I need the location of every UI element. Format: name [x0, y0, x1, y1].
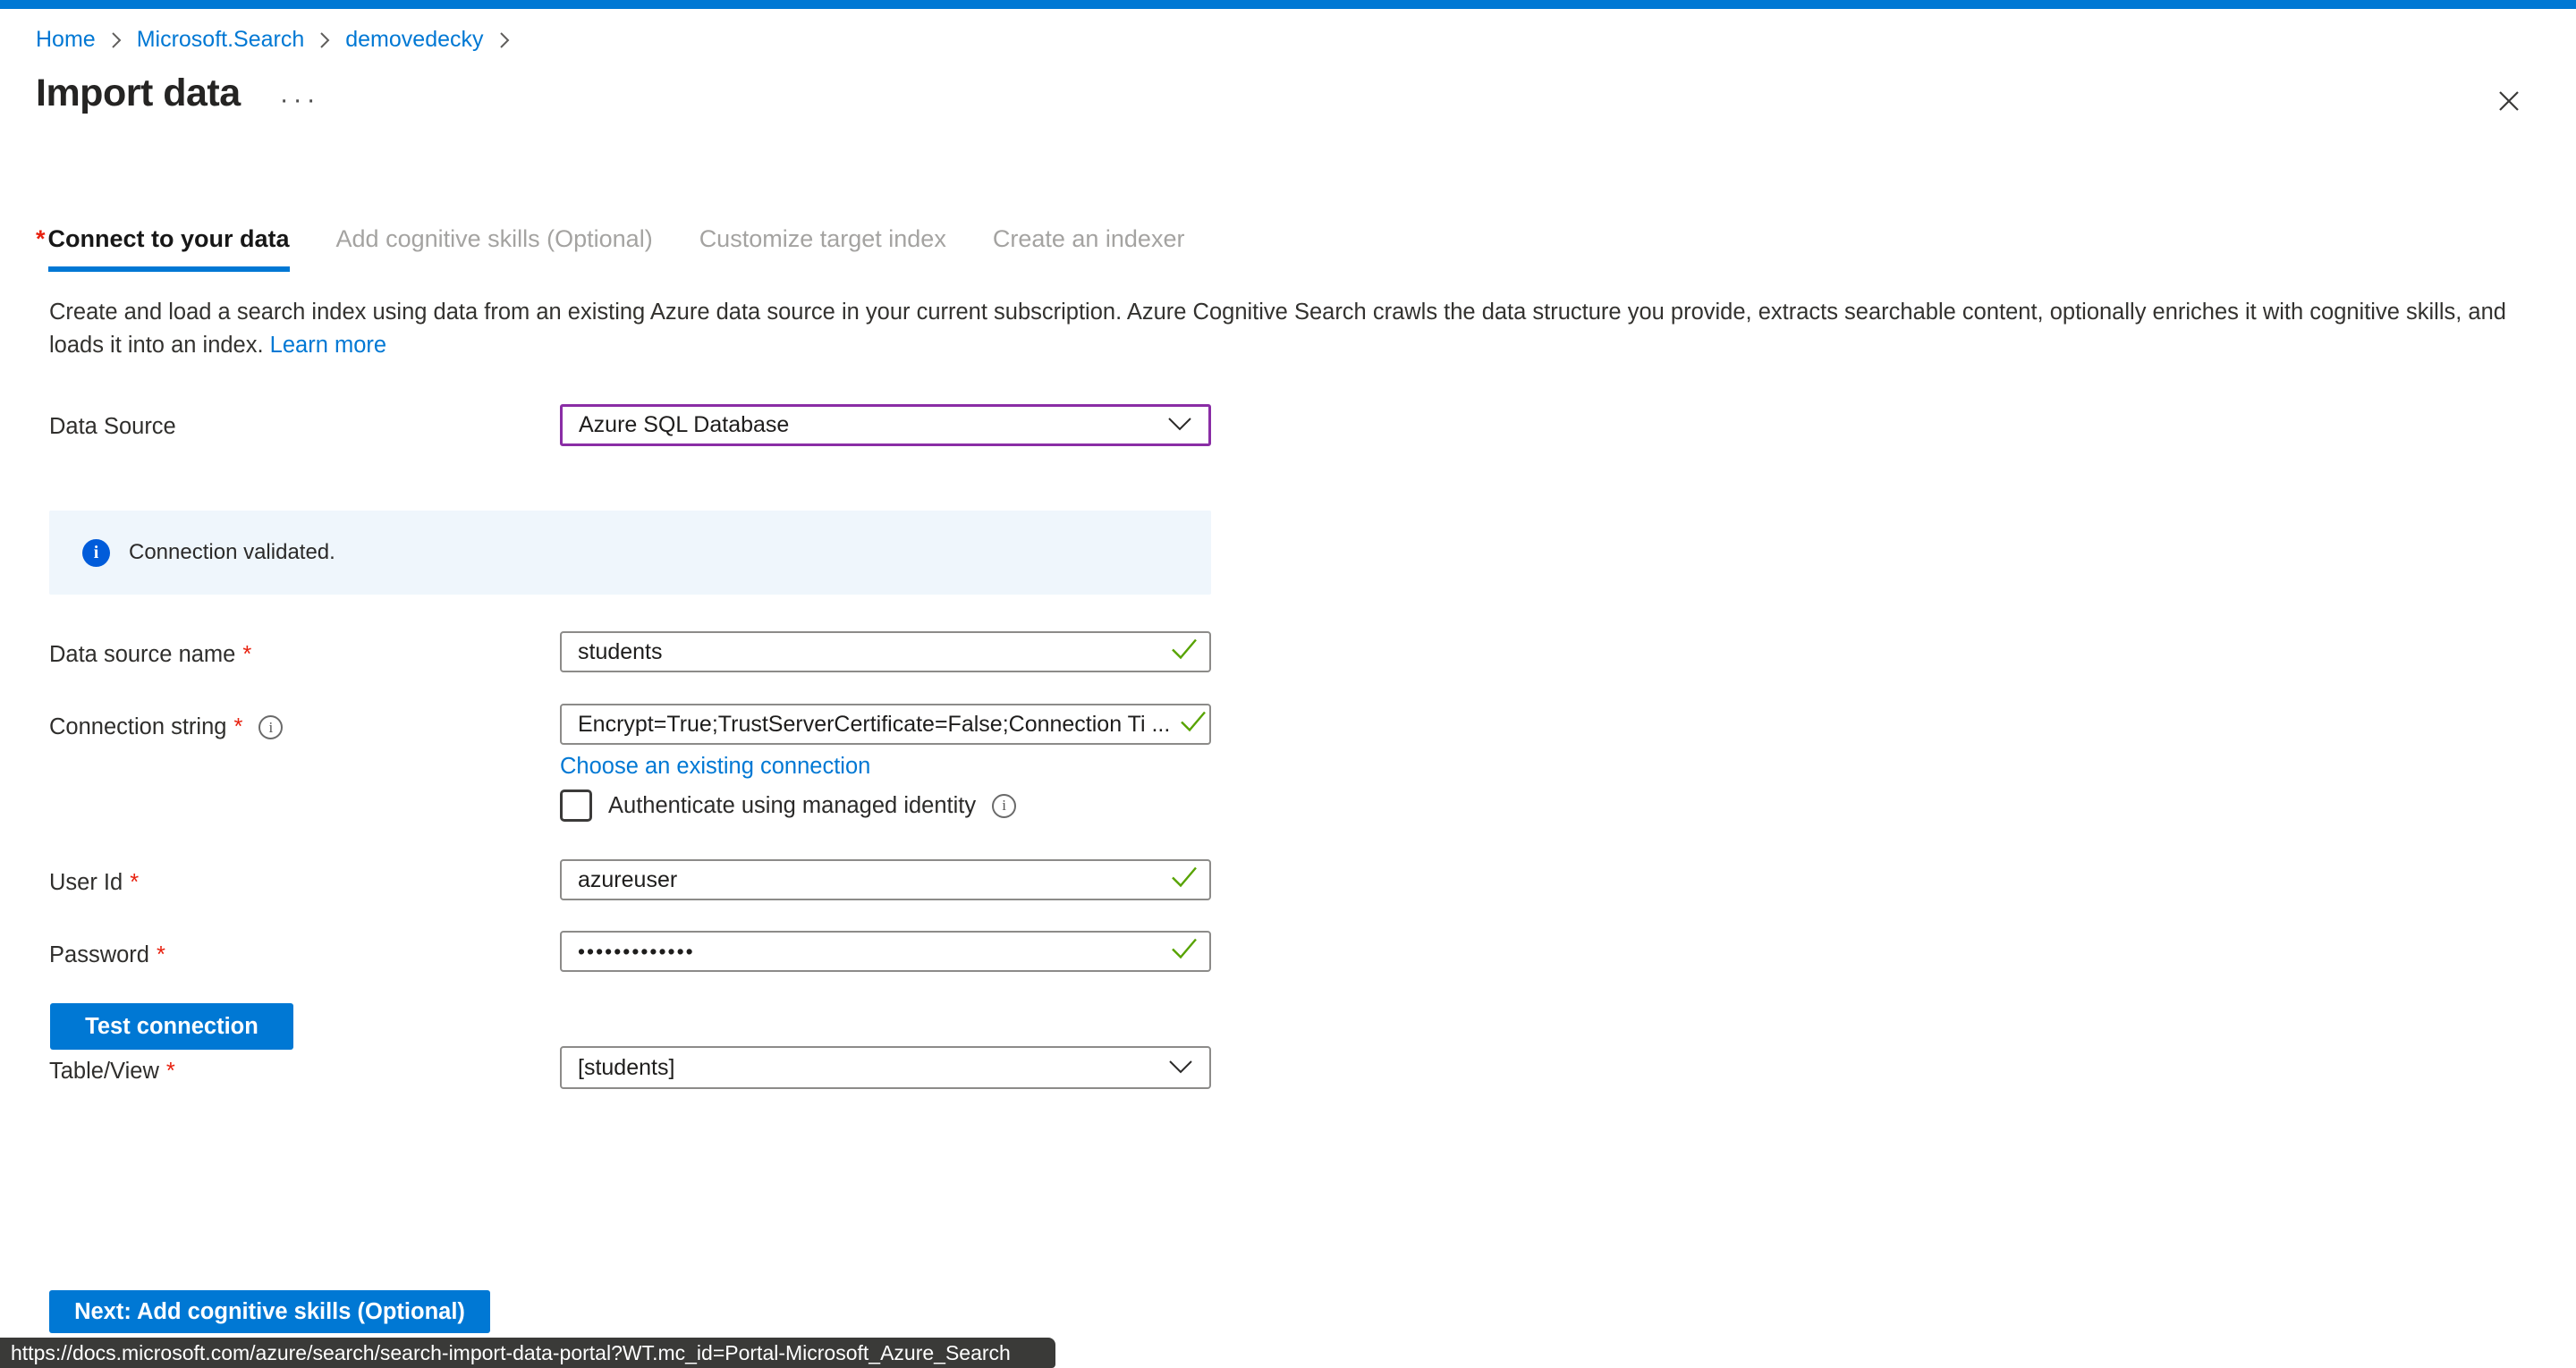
input-value: azureuser — [578, 867, 1193, 893]
chevron-right-icon — [498, 30, 511, 51]
valid-check-icon — [1170, 937, 1199, 967]
portal-top-bar — [0, 0, 2576, 9]
label-text: Data source name — [49, 642, 235, 668]
user-id-label: User Id * — [49, 870, 139, 896]
data-source-dropdown[interactable]: Azure SQL Database — [560, 404, 1211, 446]
breadcrumb-home[interactable]: Home — [36, 27, 96, 53]
connection-validated-banner: i Connection validated. — [49, 511, 1211, 595]
page-title: Import data — [36, 72, 241, 115]
required-marker: * — [157, 942, 165, 968]
tab-connect-to-your-data[interactable]: * Connect to your data — [36, 225, 290, 272]
tab-label: Customize target index — [699, 225, 946, 253]
tab-create-an-indexer[interactable]: Create an indexer — [993, 225, 1185, 253]
data-source-name-input[interactable]: students — [560, 631, 1211, 672]
dropdown-value: [students] — [578, 1055, 674, 1081]
required-marker: * — [36, 225, 46, 272]
info-icon[interactable]: i — [258, 715, 283, 739]
intro-text: Create and load a search index using dat… — [49, 300, 2506, 358]
password-label: Password * — [49, 942, 165, 968]
valid-check-icon — [1179, 710, 1208, 739]
data-source-label: Data Source — [49, 414, 176, 440]
breadcrumb-microsoft-search[interactable]: Microsoft.Search — [137, 27, 305, 53]
choose-existing-connection-link[interactable]: Choose an existing connection — [560, 754, 870, 780]
learn-more-link[interactable]: Learn more — [270, 333, 386, 358]
required-marker: * — [166, 1059, 175, 1085]
table-view-label: Table/View * — [49, 1059, 175, 1085]
user-id-input[interactable]: azureuser — [560, 859, 1211, 900]
more-actions-button[interactable]: ··· — [280, 85, 320, 115]
close-icon[interactable] — [2492, 84, 2526, 118]
valid-check-icon — [1170, 638, 1199, 667]
checkbox-label: Authenticate using managed identity — [608, 793, 976, 819]
data-source-name-label: Data source name * — [49, 642, 251, 668]
dropdown-value: Azure SQL Database — [579, 412, 789, 438]
label-text: Data Source — [49, 414, 176, 440]
breadcrumb-demovedecky[interactable]: demovedecky — [345, 27, 483, 53]
tab-label: Add cognitive skills (Optional) — [336, 225, 653, 253]
table-view-dropdown[interactable]: [students] — [560, 1046, 1211, 1089]
label-text: Password — [49, 942, 149, 968]
status-url: https://docs.microsoft.com/azure/search/… — [11, 1341, 1011, 1365]
breadcrumb: Home Microsoft.Search demovedecky — [36, 27, 525, 53]
intro-description: Create and load a search index using dat… — [49, 296, 2541, 362]
info-icon: i — [82, 539, 110, 567]
chevron-right-icon — [110, 30, 123, 51]
required-marker: * — [233, 714, 242, 740]
tab-customize-target-index[interactable]: Customize target index — [699, 225, 946, 253]
chevron-down-icon — [1167, 412, 1192, 438]
managed-identity-row: Authenticate using managed identity i — [560, 790, 1016, 822]
label-text: Connection string — [49, 714, 226, 740]
banner-message: Connection validated. — [129, 540, 335, 565]
valid-check-icon — [1170, 866, 1199, 895]
blade-header: Import data ··· — [36, 72, 320, 115]
input-value: ••••••••••••• — [578, 940, 1193, 964]
tab-add-cognitive-skills[interactable]: Add cognitive skills (Optional) — [336, 225, 653, 253]
next-add-cognitive-skills-button[interactable]: Next: Add cognitive skills (Optional) — [49, 1290, 490, 1333]
required-marker: * — [242, 642, 251, 668]
label-text: Table/View — [49, 1059, 159, 1085]
test-connection-button[interactable]: Test connection — [50, 1003, 293, 1050]
input-value: Encrypt=True;TrustServerCertificate=Fals… — [578, 712, 1193, 738]
connection-string-input[interactable]: Encrypt=True;TrustServerCertificate=Fals… — [560, 704, 1211, 745]
chevron-right-icon — [318, 30, 331, 51]
info-icon[interactable]: i — [992, 794, 1016, 818]
link-preview-status-bar: https://docs.microsoft.com/azure/search/… — [0, 1338, 1055, 1368]
password-input[interactable]: ••••••••••••• — [560, 931, 1211, 972]
required-marker: * — [130, 870, 139, 896]
input-value: students — [578, 639, 1193, 665]
tab-label: Create an indexer — [993, 225, 1185, 253]
tab-label: Connect to your data — [48, 225, 290, 272]
label-text: User Id — [49, 870, 123, 896]
connection-string-label: Connection string * i — [49, 714, 283, 740]
chevron-down-icon — [1168, 1055, 1193, 1081]
wizard-tabs: * Connect to your data Add cognitive ski… — [36, 225, 1231, 272]
import-data-blade: Home Microsoft.Search demovedecky Import… — [0, 0, 2576, 1368]
managed-identity-checkbox[interactable] — [560, 790, 592, 822]
